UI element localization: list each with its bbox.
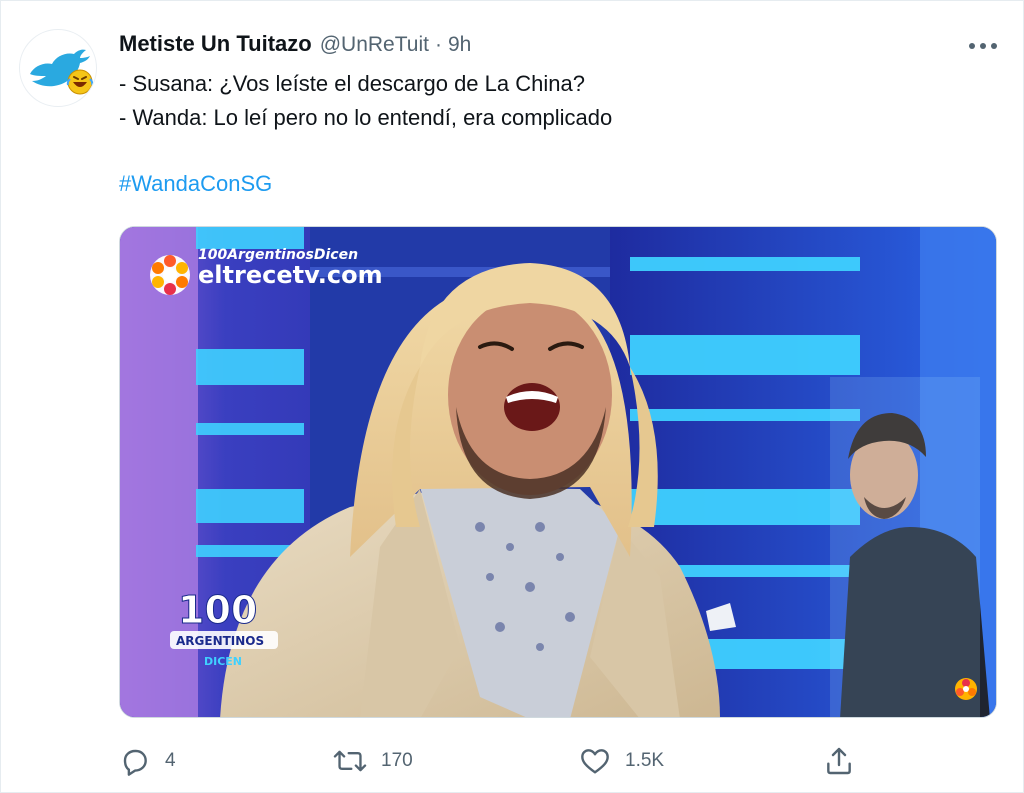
like-button[interactable]: 1.5K (579, 741, 664, 781)
more-dots-icon (969, 43, 997, 49)
show-logo-sub: DICEN (204, 655, 242, 668)
reply-button[interactable]: 4 (119, 741, 176, 781)
twitter-bird-laughing-icon (30, 49, 94, 95)
show-logo-number: 100 (178, 588, 257, 632)
watermark-site: eltrecetv.com (198, 261, 383, 289)
reply-count: 4 (165, 750, 176, 771)
hashtag-link[interactable]: #WandaConSG (119, 171, 272, 197)
more-options-button[interactable] (963, 31, 1003, 61)
background-person (830, 377, 990, 717)
tweet-actions: 4 170 1.5K (119, 741, 879, 781)
channel-bug-icon (955, 678, 977, 700)
tweet-text-line: - Wanda: Lo leí pero no lo entendí, era … (119, 105, 613, 130)
show-logo-word: ARGENTINOS (176, 634, 264, 648)
author-display-name[interactable]: Metiste Un Tuitazo (119, 31, 312, 57)
media-scene: 100ArgentinosDicen eltrecetv.com 100 ARG… (120, 227, 996, 717)
share-icon (827, 747, 851, 775)
tweet-media-image[interactable]: 100ArgentinosDicen eltrecetv.com 100 ARG… (119, 226, 997, 718)
heart-icon (581, 749, 609, 774)
author-avatar[interactable] (19, 29, 97, 107)
tweet-card: Metiste Un Tuitazo @UnReTuit · 9h - Susa… (0, 0, 1024, 793)
tweet-timestamp[interactable]: 9h (448, 33, 471, 57)
retweet-button[interactable]: 170 (333, 741, 413, 781)
tweet-header: Metiste Un Tuitazo @UnReTuit · 9h (119, 31, 471, 61)
like-count: 1.5K (625, 750, 665, 771)
tweet-text: - Susana: ¿Vos leíste el descargo de La … (119, 67, 979, 135)
header-separator: · (434, 33, 442, 56)
retweet-count: 170 (381, 750, 413, 771)
retweet-icon (333, 750, 367, 772)
tweet-text-line: - Susana: ¿Vos leíste el descargo de La … (119, 71, 585, 96)
share-button[interactable] (823, 741, 855, 781)
author-handle[interactable]: @UnReTuit (320, 33, 429, 57)
reply-icon (123, 749, 147, 776)
